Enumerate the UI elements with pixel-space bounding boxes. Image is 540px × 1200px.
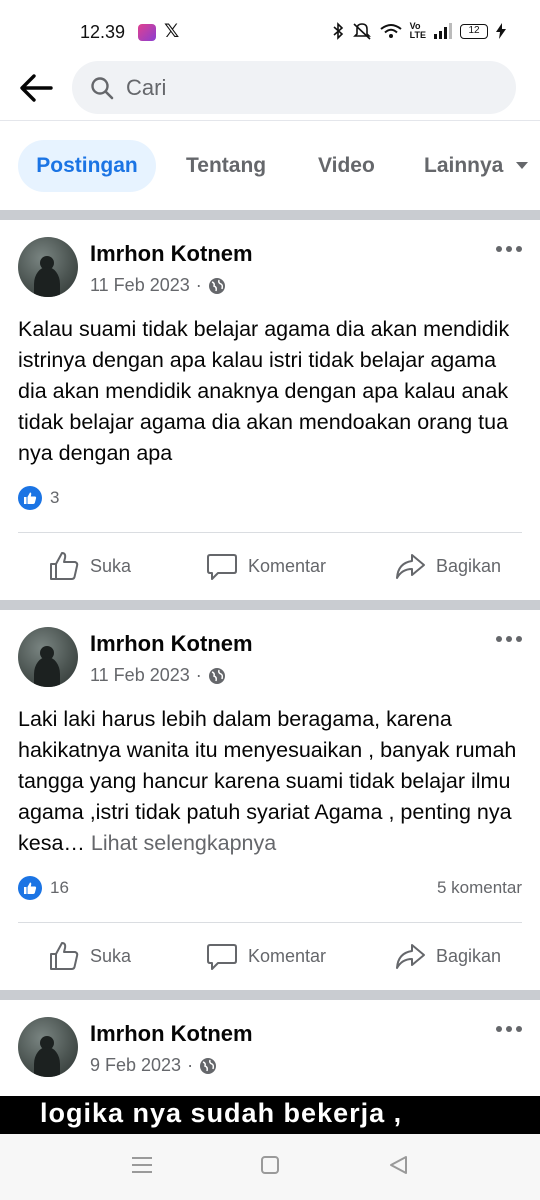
search-input[interactable]: Cari xyxy=(72,61,516,114)
charging-icon xyxy=(496,23,506,39)
signal-icon xyxy=(434,23,452,39)
bluetooth-icon xyxy=(333,22,343,40)
post-author[interactable]: Imrhon Kotnem xyxy=(90,241,253,267)
post-card: Imrhon Kotnem 11 Feb 2023 · Kalau suami … xyxy=(0,220,540,600)
tab-tentang[interactable]: Tentang xyxy=(186,140,266,192)
status-time: 12.39 xyxy=(80,22,126,42)
section-separator xyxy=(0,210,540,220)
comment-label: Komentar xyxy=(248,945,327,966)
arrow-left-icon xyxy=(20,74,53,102)
like-reaction-icon xyxy=(18,876,42,900)
comment-button[interactable]: Komentar xyxy=(206,940,326,972)
post-date[interactable]: 11 Feb 2023 xyxy=(90,665,190,686)
comment-icon xyxy=(207,554,237,580)
meta-separator: · xyxy=(195,665,202,685)
comment-count-link[interactable]: 5 komentar xyxy=(437,878,522,898)
system-nav-bar xyxy=(0,1134,540,1200)
more-options-icon[interactable] xyxy=(494,244,524,254)
post-text: Laki laki harus lebih dalam beragama, ka… xyxy=(18,704,526,859)
post-video[interactable]: logika nya sudah bekerja , xyxy=(0,1096,540,1134)
volte-icon: Vo LTE xyxy=(409,21,426,40)
post-author[interactable]: Imrhon Kotnem xyxy=(90,1021,253,1047)
share-button[interactable]: Bagikan xyxy=(394,940,501,972)
battery-indicator: 12 xyxy=(460,23,488,39)
tab-lainnya[interactable]: Lainnya xyxy=(424,140,503,192)
meta-separator: · xyxy=(187,1055,194,1075)
post-card: Imrhon Kotnem 9 Feb 2023 · xyxy=(0,1000,540,1096)
comment-label: Komentar xyxy=(248,555,327,576)
menu-icon[interactable] xyxy=(131,1155,153,1175)
globe-icon xyxy=(208,277,225,294)
avatar[interactable] xyxy=(18,1017,78,1077)
chevron-down-icon[interactable] xyxy=(516,162,528,169)
tab-video[interactable]: Video xyxy=(318,140,375,192)
post-date[interactable]: 9 Feb 2023 xyxy=(90,1055,181,1076)
wifi-icon xyxy=(380,24,402,38)
like-button[interactable]: Suka xyxy=(48,550,131,582)
comment-button[interactable]: Komentar xyxy=(206,550,326,582)
post-divider xyxy=(18,922,522,923)
post-meta: 9 Feb 2023 · xyxy=(90,1055,217,1076)
video-caption: logika nya sudah bekerja , xyxy=(40,1098,403,1128)
avatar[interactable] xyxy=(18,237,78,297)
back-button[interactable] xyxy=(18,70,54,106)
reaction-summary[interactable]: 3 xyxy=(18,486,59,510)
like-label: Suka xyxy=(90,945,132,966)
post-author[interactable]: Imrhon Kotnem xyxy=(90,631,253,657)
section-separator xyxy=(0,600,540,610)
x-app-icon: 𝕏 xyxy=(164,21,180,42)
reaction-count: 3 xyxy=(50,488,60,507)
share-label: Bagikan xyxy=(436,945,502,966)
globe-icon xyxy=(208,667,225,684)
search-icon xyxy=(91,77,114,100)
share-button[interactable]: Bagikan xyxy=(394,550,501,582)
calendar-app-icon xyxy=(138,24,156,41)
share-icon xyxy=(396,554,425,579)
home-icon[interactable] xyxy=(260,1155,280,1175)
post-meta: 11 Feb 2023 · xyxy=(90,275,226,296)
see-more-link[interactable]: Lihat selengkapnya xyxy=(91,831,276,855)
post-meta: 11 Feb 2023 · xyxy=(90,665,226,686)
share-label: Bagikan xyxy=(436,555,502,576)
reaction-summary[interactable]: 16 xyxy=(18,876,69,900)
post-card: Imrhon Kotnem 11 Feb 2023 · Laki laki ha… xyxy=(0,610,540,990)
post-divider xyxy=(18,532,522,533)
section-separator xyxy=(0,990,540,1000)
reaction-count: 16 xyxy=(50,878,69,897)
back-icon[interactable] xyxy=(388,1155,408,1175)
more-options-icon[interactable] xyxy=(494,1024,524,1034)
more-options-icon[interactable] xyxy=(494,634,524,644)
avatar[interactable] xyxy=(18,627,78,687)
post-text: Kalau suami tidak belajar agama dia akan… xyxy=(18,317,510,465)
post-date[interactable]: 11 Feb 2023 xyxy=(90,275,190,296)
search-placeholder: Cari xyxy=(126,75,167,100)
like-reaction-icon xyxy=(18,486,42,510)
like-button[interactable]: Suka xyxy=(48,940,131,972)
globe-icon xyxy=(200,1057,217,1074)
header-divider xyxy=(0,120,540,121)
tab-postingan[interactable]: Postingan xyxy=(18,140,156,192)
thumbs-up-icon xyxy=(50,942,79,970)
mute-icon xyxy=(352,23,371,40)
like-label: Suka xyxy=(90,555,132,576)
status-bar: 12.39 𝕏 Vo LTE 12 xyxy=(0,0,540,64)
comment-icon xyxy=(207,944,237,970)
thumbs-up-icon xyxy=(50,552,79,580)
meta-separator: · xyxy=(195,275,202,295)
share-icon xyxy=(396,944,425,969)
